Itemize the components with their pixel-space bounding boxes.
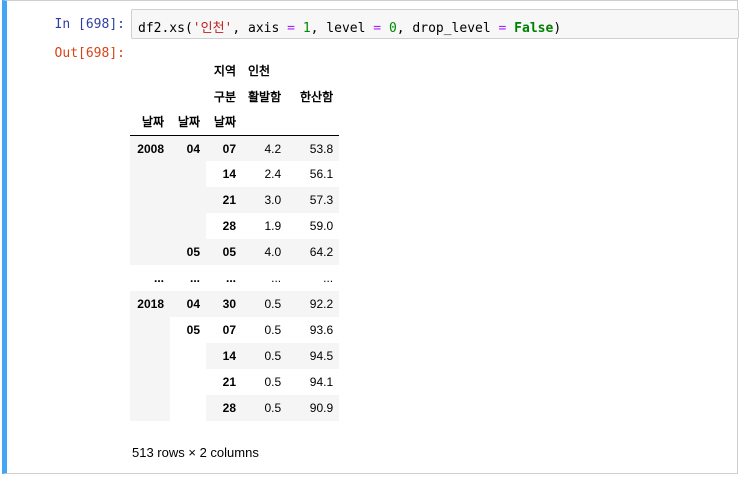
table-cell: 59.0 [287, 213, 340, 239]
dataframe-output: 지역 인천 구분 활발함 한산함 날짜 날짜 날짜 2008 04 07 4.2… [130, 57, 340, 421]
index-level2: 07 [206, 135, 242, 161]
table-cell: 90.9 [287, 395, 340, 421]
table-cell: 93.6 [287, 317, 340, 343]
index-level0: 2008 [130, 135, 170, 265]
index-level1: 05 [170, 239, 206, 265]
code-token: , axis [232, 21, 288, 36]
index-level2: 07 [206, 317, 242, 343]
code-token: ) [553, 21, 562, 36]
index-level2: 30 [206, 291, 242, 317]
index-level1: 04 [170, 291, 206, 317]
table-cell: 0.5 [242, 317, 288, 343]
code-token: 1 [302, 21, 311, 36]
input-prompt: In [698]: [54, 17, 125, 32]
table-row: 2008 04 07 4.2 53.8 [130, 135, 340, 265]
column-level1-name: 구분 [213, 89, 236, 104]
column-header-row-level1: 구분 활발함 한산함 [130, 83, 339, 109]
index-level1: 05 [170, 317, 206, 421]
table-cell: 53.8 [287, 135, 340, 161]
index-level0: ... [130, 265, 170, 291]
index-names-row: 날짜 날짜 날짜 [130, 109, 340, 136]
table-cell: 4.0 [242, 239, 288, 265]
column-header: 활발함 [248, 89, 282, 104]
ellipsis-row: ... ... ... ... ... [130, 265, 340, 291]
index-level2: 05 [206, 239, 242, 265]
index-level1: ... [170, 265, 206, 291]
index-level2: 28 [206, 395, 242, 421]
index-level2: 21 [206, 369, 242, 395]
code-token: '인천' [192, 21, 233, 36]
index-level0: 2018 [130, 291, 170, 421]
index-name: 날짜 [170, 109, 206, 136]
table-cell: 92.2 [287, 291, 340, 317]
rows-columns-summary: 513 rows × 2 columns [132, 445, 259, 460]
index-level2: 14 [206, 161, 242, 187]
table-cell: 0.5 [242, 369, 288, 395]
table-cell: 0.5 [242, 395, 288, 421]
table-cell: 94.5 [287, 343, 340, 369]
table-cell: ... [287, 265, 340, 291]
index-level2: 21 [206, 187, 242, 213]
table-cell: 2.4 [242, 161, 288, 187]
table-cell: 0.5 [242, 291, 288, 317]
notebook-cell[interactable]: In [698]: df2.xs('인천', axis = 1, level =… [2, 0, 739, 474]
code-token: = [287, 21, 295, 36]
table-cell: 94.1 [287, 369, 340, 395]
code-line: df2.xs('인천', axis = 1, level = 0, drop_l… [138, 17, 561, 36]
code-editor[interactable]: df2.xs('인천', axis = 1, level = 0, drop_l… [131, 9, 739, 39]
table-cell: 1.9 [242, 213, 288, 239]
index-level2: ... [206, 265, 242, 291]
code-token: 0 [388, 21, 397, 36]
table-cell: 56.1 [287, 161, 340, 187]
index-level2: 14 [206, 343, 242, 369]
table-cell: 4.2 [242, 135, 288, 161]
table-cell: 0.5 [242, 343, 288, 369]
code-token: = [373, 21, 382, 36]
table-cell: 57.3 [287, 187, 340, 213]
code-token: , drop_level [396, 21, 499, 36]
column-header-row-level0: 지역 인천 [130, 57, 339, 83]
index-level2: 28 [206, 213, 242, 239]
table-cell: 3.0 [242, 187, 288, 213]
table-cell: 64.2 [287, 239, 340, 265]
column-level0-name: 지역 [213, 63, 236, 78]
column-header: 한산함 [300, 89, 334, 104]
table-cell: ... [242, 265, 288, 291]
column-level0-value: 인천 [248, 63, 271, 78]
output-prompt: Out[698]: [54, 46, 125, 61]
index-name: 날짜 [130, 109, 170, 136]
index-level1: 04 [170, 135, 206, 239]
table-row: 2018 04 30 0.5 92.2 [130, 291, 340, 421]
index-name: 날짜 [206, 109, 242, 136]
code-token: , level [310, 21, 374, 36]
code-token: df2.xs( [138, 21, 193, 36]
code-token: False [514, 21, 554, 36]
dataframe-table: 지역 인천 구분 활발함 한산함 날짜 날짜 날짜 2008 04 07 4.2… [130, 57, 340, 421]
